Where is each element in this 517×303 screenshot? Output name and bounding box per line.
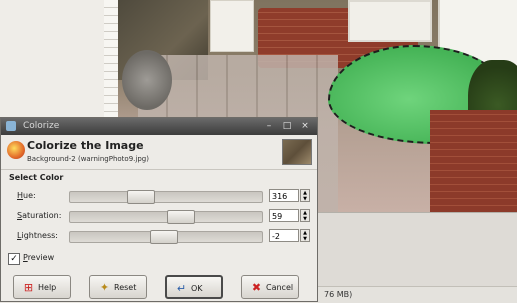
reset-button[interactable]: ✦ Reset [89, 275, 147, 299]
ok-button-label: OK [191, 284, 203, 293]
dialog-subheading: Background-2 (warningPhoto9.jpg) [27, 155, 149, 163]
close-button[interactable]: × [299, 121, 311, 132]
ok-button[interactable]: ↵ OK [165, 275, 223, 299]
hue-spinbox[interactable]: 316 [269, 189, 299, 202]
section-label: Select Color [9, 173, 64, 182]
cancel-button-label: Cancel [266, 283, 294, 292]
toolbox-area [0, 0, 104, 120]
saturation-slider-handle[interactable] [167, 210, 195, 224]
image-thumbnail [282, 139, 312, 165]
dialog-titlebar[interactable]: Colorize – □ × [1, 118, 317, 135]
lightness-slider[interactable] [69, 230, 263, 244]
hue-row: Hue: 316 ▲ ▼ [1, 188, 319, 204]
lightness-label: Lightness: [17, 231, 58, 240]
saturation-spinbox[interactable]: 59 [269, 209, 299, 222]
preview-checkbox[interactable]: ✓ [8, 253, 20, 265]
lightness-row: Lightness: -2 ▲ ▼ [1, 228, 319, 244]
photo-planter [430, 110, 517, 212]
preview-label: Preview [23, 253, 55, 262]
minimize-button[interactable]: – [263, 121, 275, 132]
dialog-header: Colorize the Image Background-2 (warning… [1, 135, 317, 170]
cancel-icon: ✖ [251, 281, 262, 294]
saturation-spin-arrows-icon[interactable]: ▲ ▼ [300, 209, 310, 222]
maximize-button[interactable]: □ [281, 121, 293, 132]
hue-spin-arrows-icon[interactable]: ▲ ▼ [300, 189, 310, 202]
photo-door [210, 0, 254, 52]
photo-plant-pot [122, 50, 172, 110]
dialog-heading: Colorize the Image [27, 139, 144, 152]
help-button-label: Help [38, 283, 57, 292]
lightness-spinbox[interactable]: -2 [269, 229, 299, 242]
colorize-dialog: Colorize – □ × Colorize the Image Backgr… [0, 117, 318, 302]
lightness-slider-handle[interactable] [150, 230, 178, 244]
window-title: Colorize [23, 121, 60, 131]
help-button[interactable]: ⊞ Help [13, 275, 71, 299]
hue-slider-handle[interactable] [127, 190, 155, 204]
hue-slider[interactable] [69, 190, 263, 204]
saturation-row: Saturation: 59 ▲ ▼ [1, 208, 319, 224]
photo-window [348, 0, 432, 42]
status-bar: 76 MB) [318, 286, 517, 303]
button-bar: ⊞ Help ✦ Reset ↵ OK ✖ Cancel [1, 275, 319, 303]
reset-icon: ✦ [99, 281, 110, 294]
saturation-label: Saturation: [17, 211, 62, 220]
saturation-slider[interactable] [69, 210, 263, 224]
hue-label: Hue: [17, 191, 36, 200]
app-icon [6, 121, 16, 131]
ok-arrow-icon: ↵ [176, 282, 187, 295]
lightness-spin-arrows-icon[interactable]: ▲ ▼ [300, 229, 310, 242]
reset-button-label: Reset [114, 283, 137, 292]
help-icon: ⊞ [23, 281, 34, 294]
cancel-button[interactable]: ✖ Cancel [241, 275, 299, 299]
colorize-icon [7, 141, 25, 159]
status-text: 76 MB) [324, 290, 353, 299]
